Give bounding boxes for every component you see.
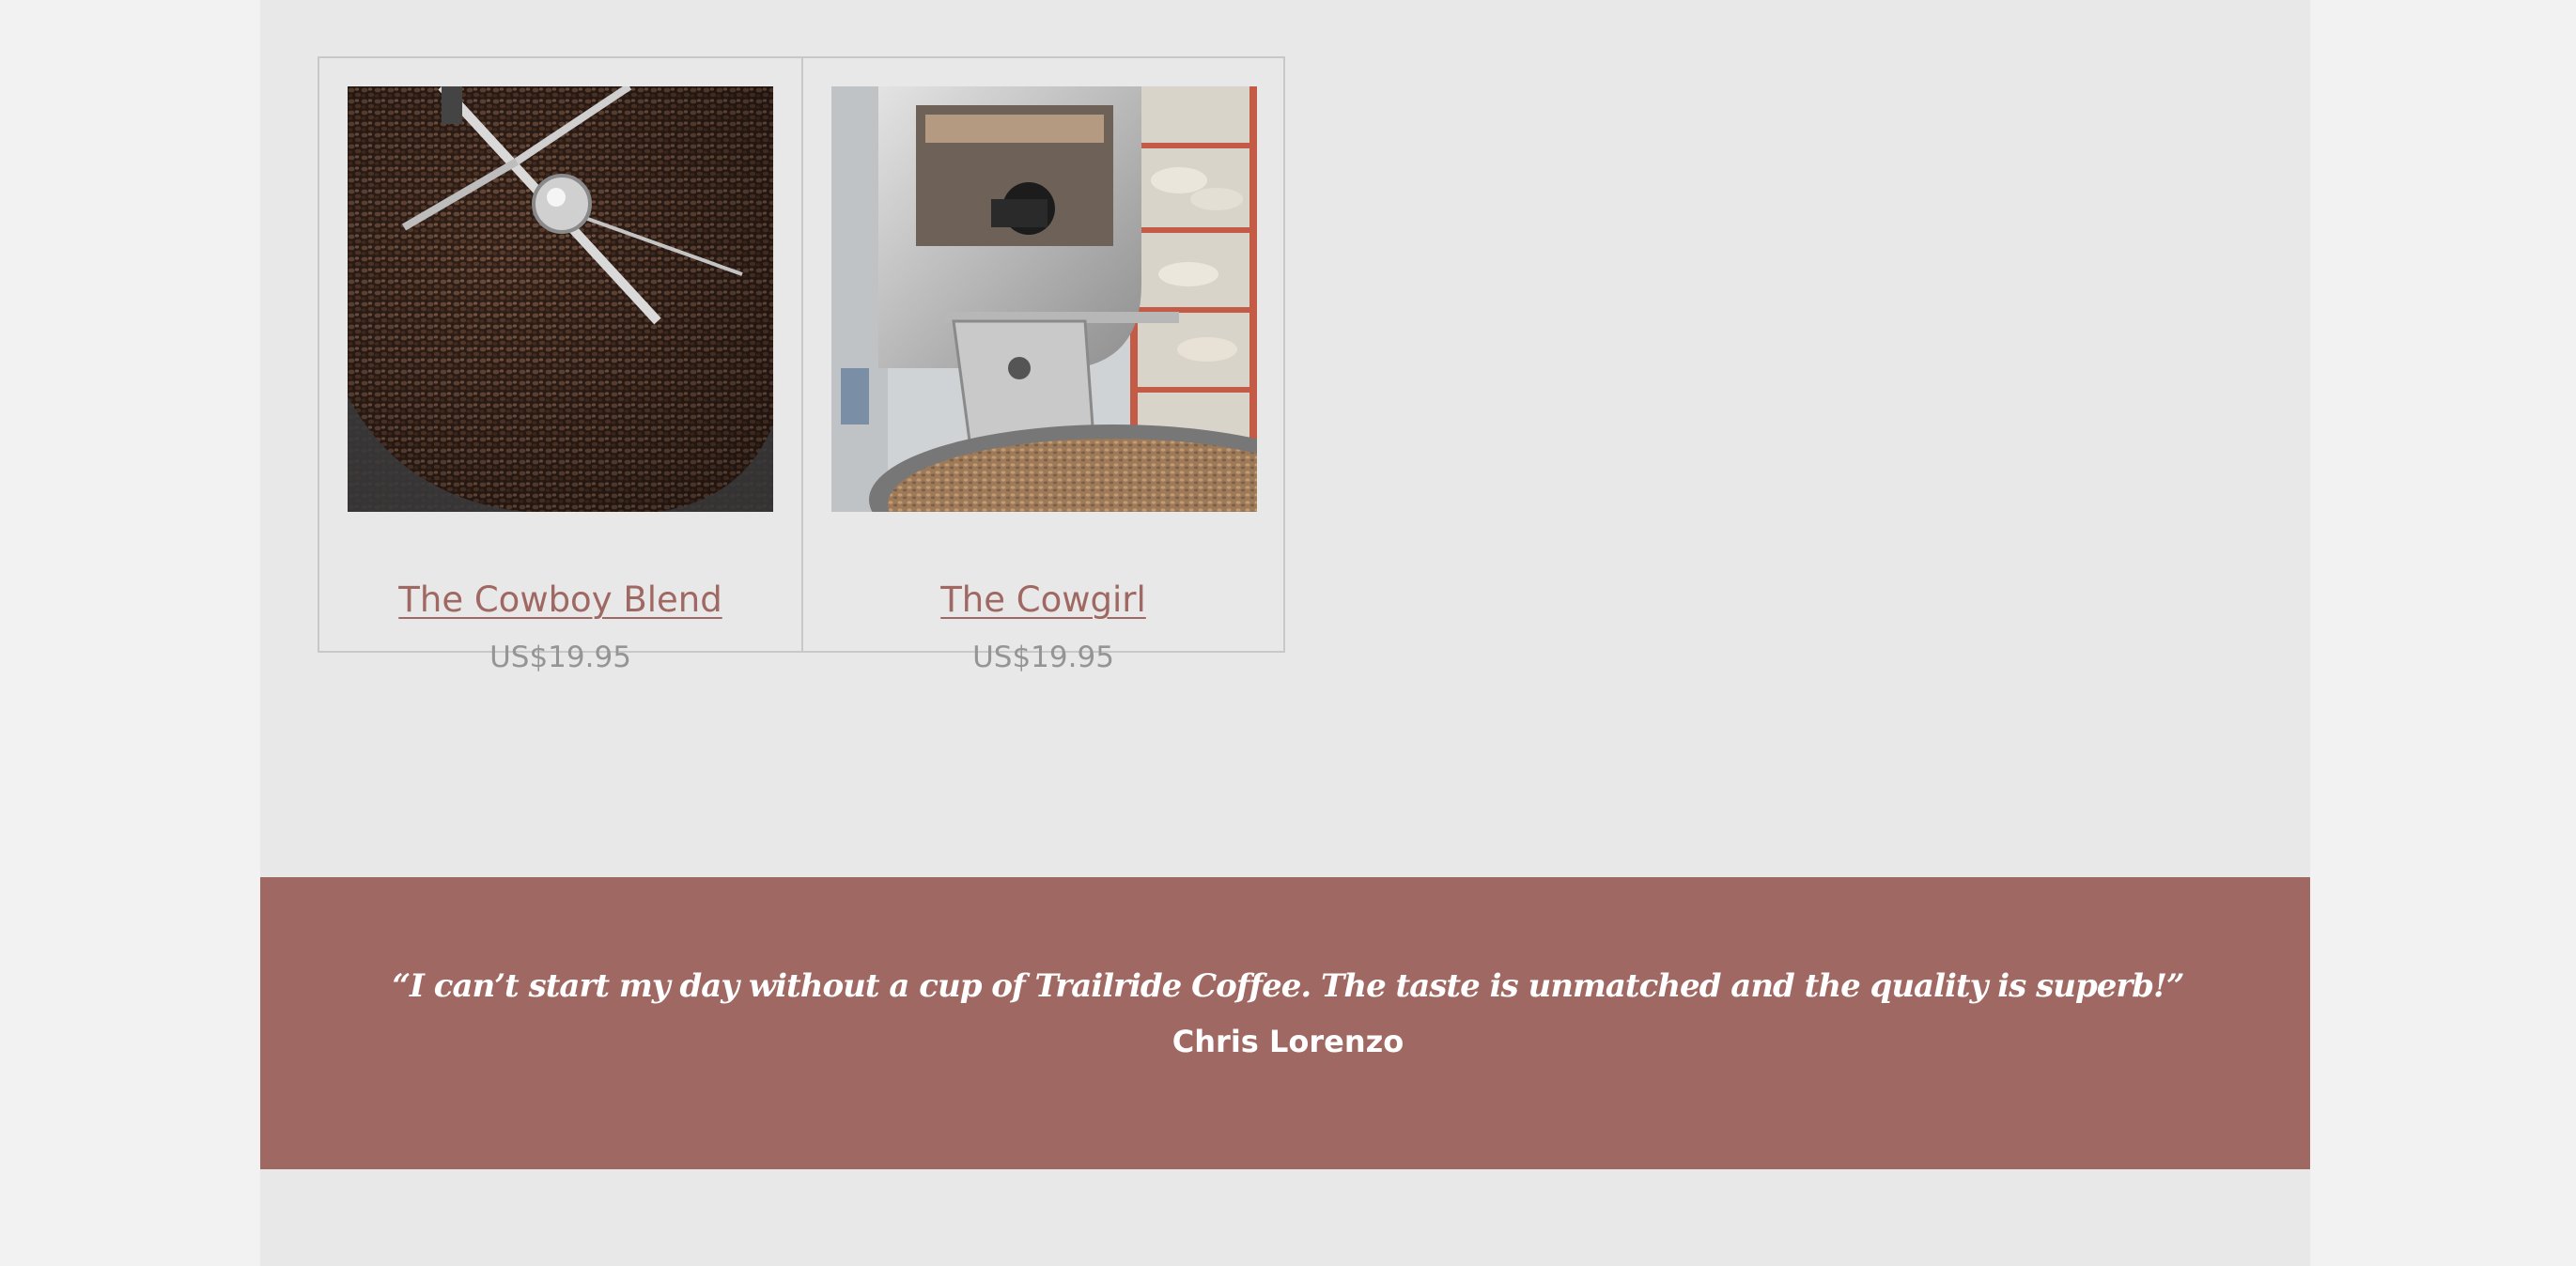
product-image-coffee-roaster[interactable] (831, 86, 1257, 512)
product-image-coffee-beans[interactable] (348, 86, 773, 512)
product-grid: The Cowboy Blend US$19.95 The Cowgirl US… (318, 56, 1285, 674)
product-card-cowgirl: The Cowgirl US$19.95 (801, 58, 1283, 674)
roasted-coffee-beans-photo (348, 86, 773, 512)
product-price: US$19.95 (972, 641, 1114, 674)
product-card-cowboy-blend: The Cowboy Blend US$19.95 (319, 58, 801, 674)
coffee-roaster-machine-photo (831, 86, 1257, 512)
product-title-link[interactable]: The Cowgirl (803, 579, 1283, 620)
testimonial-author: Chris Lorenzo (1172, 1024, 1404, 1059)
product-title-link[interactable]: The Cowboy Blend (319, 579, 801, 620)
testimonial-quote: “I can’t start my day without a cup of T… (392, 967, 2184, 1005)
product-price: US$19.95 (489, 641, 631, 674)
